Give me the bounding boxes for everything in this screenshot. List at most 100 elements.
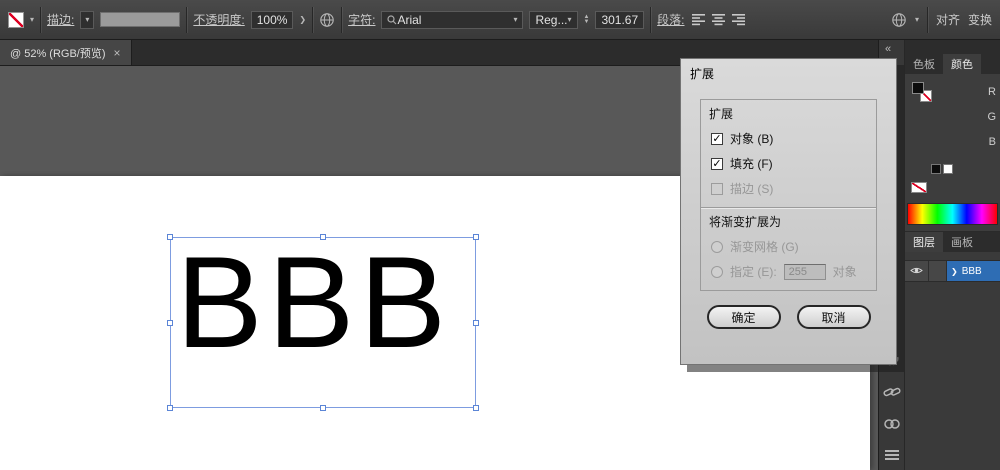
hamburger-menu-icon[interactable] <box>884 448 900 466</box>
layer-selected-area[interactable]: ❯ BBB <box>947 261 1000 281</box>
chevron-down-icon: ▾ <box>85 15 90 24</box>
control-toolbar: ▾ 描边: ▾ 不透明度: 100% ❯ 字符: Arial ▾ Reg... … <box>0 0 1000 40</box>
tab-artboards[interactable]: 画板 <box>943 232 981 252</box>
selection-handle[interactable] <box>473 234 479 240</box>
selection-handle[interactable] <box>320 405 326 411</box>
stroke-profile-preview[interactable] <box>100 12 181 27</box>
layer-row[interactable]: ❯ BBB <box>905 260 1000 282</box>
none-color-swatch[interactable] <box>911 182 927 193</box>
checkbox-row-stroke: 描边 (S) <box>711 180 876 197</box>
color-spectrum-bar[interactable] <box>907 203 998 225</box>
checkbox-fill[interactable] <box>711 157 723 170</box>
rgb-slider-labels: R G B <box>987 86 996 148</box>
stroke-weight-dropdown[interactable]: ▾ <box>80 10 95 29</box>
checkbox-row-object[interactable]: 对象 (B) <box>711 130 876 147</box>
eye-icon <box>910 262 923 280</box>
layer-visibility-toggle[interactable] <box>905 261 929 281</box>
fill-color-none-swatch[interactable] <box>8 11 24 28</box>
specify-objects-field: 255 <box>783 263 826 280</box>
document-tab[interactable]: @ 52% (RGB/预览) × <box>0 40 132 65</box>
illustrator-window: ▾ 描边: ▾ 不透明度: 100% ❯ 字符: Arial ▾ Reg... … <box>0 0 1000 470</box>
black-white-swatches <box>931 164 953 174</box>
chevron-down-icon[interactable]: ▾ <box>915 15 919 24</box>
document-tab-title: @ 52% (RGB/预览) <box>10 47 106 60</box>
selection-handle[interactable] <box>473 319 479 326</box>
layers-panel: ❯ BBB <box>905 252 1000 470</box>
tab-color[interactable]: 颜色 <box>943 54 981 74</box>
globe-icon[interactable] <box>319 12 335 28</box>
red-channel-label: R <box>988 86 996 98</box>
chevron-down-icon[interactable]: ▾ <box>30 15 34 24</box>
expand-section-title: 扩展 <box>709 107 734 121</box>
toolbar-divider <box>650 6 652 33</box>
align-center-icon[interactable] <box>711 13 726 26</box>
link-icon[interactable] <box>882 385 901 404</box>
black-swatch[interactable] <box>931 164 941 174</box>
fill-color-swatch[interactable] <box>912 82 924 94</box>
checkbox-fill-label: 填充 (F) <box>730 157 773 171</box>
radio-row-specify: 指定 (E): 255 对象 <box>711 263 876 280</box>
radio-specify <box>711 265 723 278</box>
white-swatch[interactable] <box>943 164 953 174</box>
globe-icon[interactable] <box>891 12 907 28</box>
selection-handle[interactable] <box>167 234 173 240</box>
expand-dialog: 扩展 扩展 对象 (B) 填充 (F) 描边 (S) 将渐变扩展为 渐变网格 (… <box>680 58 897 365</box>
tab-layers[interactable]: 图层 <box>905 232 943 252</box>
align-left-icon[interactable] <box>691 13 706 26</box>
layer-name: BBB <box>961 265 982 277</box>
dialog-button-row: 确定 取消 <box>681 305 896 329</box>
align-right-icon[interactable] <box>731 13 746 26</box>
character-label[interactable]: 字符: <box>348 11 375 28</box>
tab-close-icon[interactable]: × <box>114 46 121 60</box>
stepper-down-icon[interactable]: ▼ <box>584 19 590 25</box>
selection-handle[interactable] <box>473 405 479 411</box>
font-family-field[interactable]: Arial ▾ <box>381 10 524 29</box>
radio-row-gradient-mesh: 渐变网格 (G) <box>711 238 876 255</box>
ok-button[interactable]: 确定 <box>706 305 781 329</box>
opacity-label[interactable]: 不透明度: <box>193 11 244 28</box>
font-size-field[interactable]: 301.67 <box>595 10 645 29</box>
font-style-value: Reg... <box>535 12 568 27</box>
dock-panels: 色板 颜色 R G B 图层 画板 ❯ BBB <box>905 40 1000 470</box>
dock-spacer <box>905 40 1000 54</box>
toolbar-divider <box>40 6 42 33</box>
blue-channel-label: B <box>988 136 996 148</box>
layer-lock-cell[interactable] <box>929 261 947 281</box>
chain-link-icon[interactable] <box>883 417 901 435</box>
toolbar-right-cluster: ▾ 对齐 变换 <box>891 6 992 33</box>
opacity-value-field[interactable]: 100% <box>250 10 294 29</box>
toolbar-divider <box>186 6 188 33</box>
selection-handle[interactable] <box>167 319 173 326</box>
layers-panel-tabs: 图层 画板 <box>905 232 1000 252</box>
cancel-button[interactable]: 取消 <box>796 305 871 329</box>
dock-collapse-button[interactable]: « <box>879 40 891 55</box>
align-panel-button[interactable]: 对齐 <box>936 11 960 28</box>
chevron-down-icon[interactable]: ▾ <box>513 15 517 24</box>
expand-options-group: 扩展 对象 (B) 填充 (F) 描边 (S) 将渐变扩展为 渐变网格 (G) <box>700 99 877 291</box>
selection-handle[interactable] <box>167 405 173 411</box>
checkbox-stroke <box>711 182 723 195</box>
checkbox-object[interactable] <box>711 132 723 145</box>
layer-expand-icon[interactable]: ❯ <box>951 267 958 276</box>
fill-stroke-indicator[interactable] <box>912 82 936 106</box>
font-size-stepper[interactable]: ▲ ▼ <box>584 14 590 25</box>
stroke-label[interactable]: 描边: <box>47 11 74 28</box>
selection-handle[interactable] <box>320 234 326 240</box>
dock-panel-icons <box>882 350 901 470</box>
radio-gradient-mesh <box>711 240 723 253</box>
tab-swatches[interactable]: 色板 <box>905 54 943 74</box>
color-panel: R G B <box>905 74 1000 232</box>
toolbar-divider <box>312 6 314 33</box>
checkbox-row-fill[interactable]: 填充 (F) <box>711 155 876 172</box>
checkbox-stroke-label: 描边 (S) <box>730 182 774 196</box>
green-channel-label: G <box>987 111 996 123</box>
chevron-right-icon[interactable]: ❯ <box>299 15 306 24</box>
color-panel-tabs: 色板 颜色 <box>905 54 1000 74</box>
paragraph-label[interactable]: 段落: <box>657 11 684 28</box>
checkbox-object-label: 对象 (B) <box>730 132 774 146</box>
dialog-title-bar[interactable]: 扩展 <box>681 59 896 86</box>
font-style-dropdown[interactable]: Reg... ▾ <box>529 10 578 29</box>
search-icon <box>387 14 397 25</box>
selection-bounding-box[interactable] <box>167 234 479 411</box>
transform-panel-button[interactable]: 变换 <box>968 11 992 28</box>
